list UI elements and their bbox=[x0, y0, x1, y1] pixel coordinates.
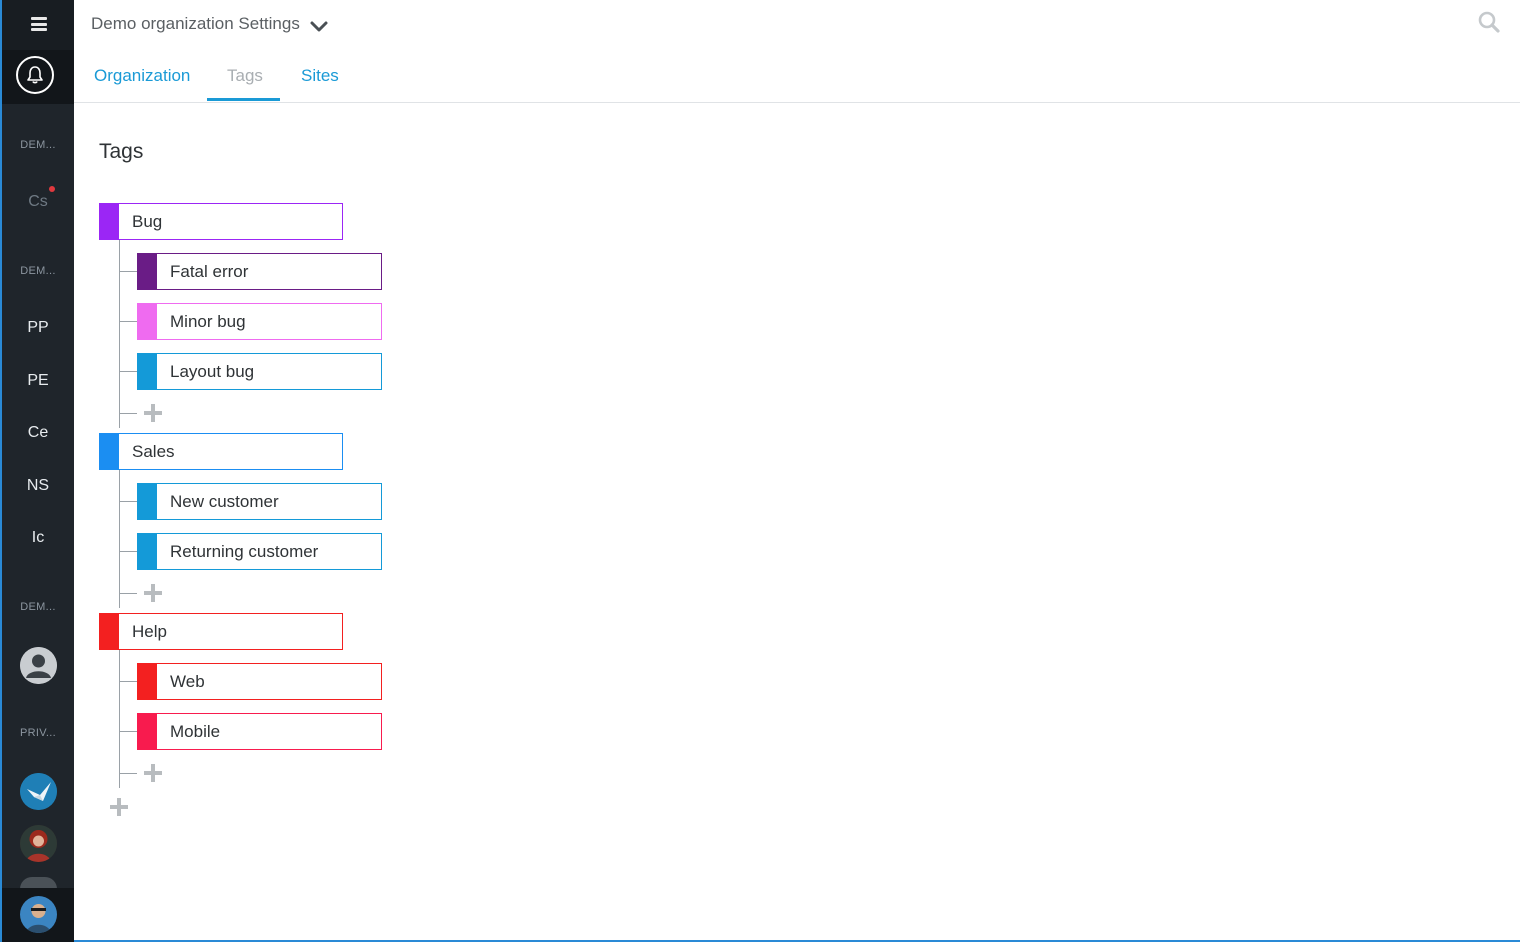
add-child-tag-plus-icon[interactable] bbox=[143, 403, 163, 423]
tree-connector bbox=[119, 240, 120, 428]
add-child-tag-plus-icon[interactable] bbox=[143, 583, 163, 603]
sidebar-item-pe[interactable]: PE bbox=[2, 372, 74, 390]
tag-color-swatch bbox=[100, 204, 119, 239]
sidebar-item-ic[interactable]: Ic bbox=[2, 529, 74, 547]
sidebar-item-ce[interactable]: Ce bbox=[2, 424, 74, 442]
tag-returning-customer[interactable]: Returning customer bbox=[137, 533, 382, 570]
tab-tags[interactable]: Tags bbox=[227, 66, 263, 86]
tag-group-sales[interactable]: Sales bbox=[99, 433, 343, 470]
tag-minor-bug[interactable]: Minor bug bbox=[137, 303, 382, 340]
tag-new-customer[interactable]: New customer bbox=[137, 483, 382, 520]
bell-icon[interactable] bbox=[16, 56, 54, 94]
tag-group-help[interactable]: Help bbox=[99, 613, 343, 650]
sidebar-section-label: DEM... bbox=[20, 139, 56, 151]
tree-connector bbox=[119, 650, 120, 788]
tag-web[interactable]: Web bbox=[137, 663, 382, 700]
tag-label: Sales bbox=[132, 442, 175, 461]
tag-layout-bug[interactable]: Layout bug bbox=[137, 353, 382, 390]
sidebar-section-label: DEM... bbox=[20, 265, 56, 277]
active-tab-indicator bbox=[207, 98, 280, 101]
tree-connector bbox=[119, 773, 137, 774]
tree-connector bbox=[119, 413, 137, 414]
tag-label: Returning customer bbox=[170, 542, 319, 561]
tree-connector bbox=[119, 681, 137, 682]
tree-connector bbox=[119, 371, 137, 372]
chevron-down-icon[interactable] bbox=[309, 18, 329, 34]
tag-color-swatch bbox=[138, 304, 157, 339]
sidebar-top bbox=[2, 0, 74, 50]
tag-label: Help bbox=[132, 622, 167, 641]
tag-color-swatch bbox=[100, 614, 119, 649]
sidebar-item-ns[interactable]: NS bbox=[2, 477, 74, 495]
tag-color-swatch bbox=[138, 714, 157, 749]
sidebar-item-cs[interactable]: Cs bbox=[2, 193, 74, 211]
sidebar-section-label: PRIV... bbox=[20, 727, 56, 739]
current-user-area bbox=[2, 888, 74, 942]
tree-connector bbox=[119, 470, 120, 608]
tag-color-swatch bbox=[138, 484, 157, 519]
unread-indicator bbox=[49, 186, 55, 192]
tag-group-bug[interactable]: Bug bbox=[99, 203, 343, 240]
user-icon[interactable] bbox=[20, 647, 57, 684]
tree-connector bbox=[119, 593, 137, 594]
sidebar-item-pp[interactable]: PP bbox=[2, 319, 74, 337]
tag-color-swatch bbox=[138, 354, 157, 389]
tree-connector bbox=[119, 731, 137, 732]
tag-fatal-error[interactable]: Fatal error bbox=[137, 253, 382, 290]
tag-label: Mobile bbox=[170, 722, 221, 741]
tag-color-swatch bbox=[100, 434, 119, 469]
tag-color-swatch bbox=[138, 664, 157, 699]
sidebar-section-label: DEM... bbox=[20, 601, 56, 613]
page-header-title[interactable]: Demo organization Settings bbox=[91, 14, 300, 34]
tree-connector bbox=[119, 501, 137, 502]
tag-color-swatch bbox=[138, 534, 157, 569]
add-tag-group-plus-icon[interactable] bbox=[109, 797, 129, 817]
tag-mobile[interactable]: Mobile bbox=[137, 713, 382, 750]
hamburger-icon[interactable] bbox=[31, 17, 47, 31]
tag-label: Fatal error bbox=[170, 262, 249, 281]
tag-label: New customer bbox=[170, 492, 279, 511]
tab-organization[interactable]: Organization bbox=[94, 66, 190, 86]
sidebar: DEM... Cs DEM... PP PE Ce NS Ic DEM... P… bbox=[0, 0, 74, 942]
tag-color-swatch bbox=[138, 254, 157, 289]
tree-connector bbox=[119, 551, 137, 552]
tag-label: Bug bbox=[132, 212, 163, 231]
tag-label: Minor bug bbox=[170, 312, 246, 331]
crane-logo[interactable] bbox=[20, 773, 57, 810]
tree-connector bbox=[119, 321, 137, 322]
page-title: Tags bbox=[99, 140, 144, 163]
user-photo[interactable] bbox=[20, 825, 57, 862]
tree-connector bbox=[119, 271, 137, 272]
tag-label: Layout bug bbox=[170, 362, 255, 381]
tab-sites[interactable]: Sites bbox=[301, 66, 339, 86]
settings-tabs: Organization Tags Sites bbox=[74, 56, 1520, 103]
tag-label: Web bbox=[170, 672, 205, 691]
notifications-area bbox=[2, 50, 74, 104]
search-icon[interactable] bbox=[1477, 10, 1501, 34]
add-child-tag-plus-icon[interactable] bbox=[143, 763, 163, 783]
user-photo[interactable] bbox=[20, 896, 57, 933]
